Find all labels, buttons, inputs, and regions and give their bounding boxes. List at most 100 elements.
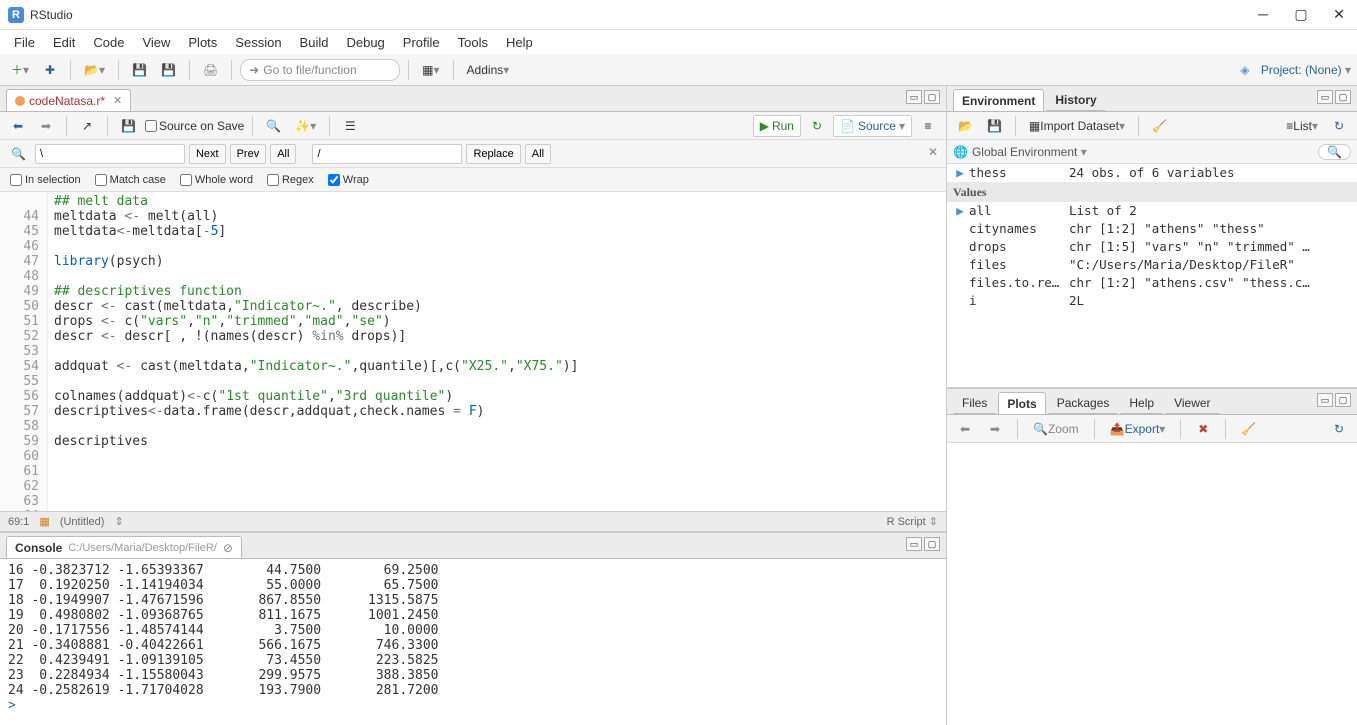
save-button[interactable]: 💾 <box>127 58 152 82</box>
in-selection-checkbox[interactable]: In selection <box>10 174 81 186</box>
regex-checkbox[interactable]: Regex <box>267 174 314 186</box>
match-case-checkbox[interactable]: Match case <box>95 174 166 186</box>
console-minimize-button[interactable]: ▭ <box>906 537 922 551</box>
find-prev-button[interactable]: Prev <box>230 144 267 164</box>
minimize-button[interactable]: ─ <box>1253 6 1273 23</box>
re-run-button[interactable]: ↻ <box>805 114 829 138</box>
env-table[interactable]: ▶thess24 obs. of 6 variablesValues▶allLi… <box>947 164 1357 387</box>
env-row[interactable]: files"C:/Users/Maria/Desktop/FileR" <box>947 256 1357 274</box>
files-minimize-button[interactable]: ▭ <box>1317 393 1333 407</box>
menu-file[interactable]: File <box>6 32 43 53</box>
document-outline-button[interactable]: ≡ <box>916 114 940 138</box>
save-all-button[interactable]: 💾 <box>156 58 181 82</box>
maximize-button[interactable]: ▢ <box>1291 6 1311 23</box>
env-tab-history[interactable]: History <box>1046 89 1105 111</box>
load-workspace-button[interactable]: 📂 <box>953 114 978 138</box>
new-project-button[interactable]: ✚ <box>38 58 62 82</box>
plot-back-button[interactable]: ⬅ <box>953 417 977 441</box>
menu-tools[interactable]: Tools <box>450 32 496 53</box>
forward-button[interactable]: ➡ <box>34 114 58 138</box>
files-tab-help[interactable]: Help <box>1120 392 1163 414</box>
close-button[interactable]: ✕ <box>1329 6 1349 23</box>
project-cube-icon[interactable]: ◈ <box>1233 58 1257 82</box>
env-row[interactable]: citynameschr [1:2] "athens" "thess" <box>947 220 1357 238</box>
find-next-button[interactable]: Next <box>189 144 226 164</box>
chunk-name[interactable]: (Untitled) <box>60 516 105 528</box>
back-button[interactable]: ⬅ <box>6 114 30 138</box>
env-row[interactable]: ▶thess24 obs. of 6 variables <box>947 164 1357 182</box>
view-mode-button[interactable]: ≡ List ▾ <box>1281 114 1323 138</box>
files-maximize-button[interactable]: ▢ <box>1335 393 1351 407</box>
code-editor[interactable]: 44 45 46 47 48 49 50 51 52 53 54 55 56 5… <box>0 192 946 511</box>
tab-close-icon[interactable]: ✕ <box>113 94 122 107</box>
env-scope-select[interactable]: Global Environment ▾ <box>972 145 1087 159</box>
import-dataset-button[interactable]: ▦ Import Dataset ▾ <box>1024 114 1130 138</box>
code-text[interactable]: ## melt data meltdata <- melt(all) meltd… <box>48 192 946 511</box>
refresh-plots-button[interactable]: ↻ <box>1327 417 1351 441</box>
save-doc-button[interactable]: 💾 <box>116 114 141 138</box>
env-row[interactable]: i2L <box>947 292 1357 310</box>
source-on-save-checkbox[interactable]: Source on Save <box>145 119 244 133</box>
replace-all-button[interactable]: All <box>525 144 551 164</box>
addins-menu[interactable]: Addins ▾ <box>462 58 515 82</box>
remove-plot-button[interactable]: ✖ <box>1191 417 1215 441</box>
close-find-button[interactable]: ✕ <box>928 145 938 159</box>
refresh-env-button[interactable]: ↻ <box>1327 114 1351 138</box>
replace-input[interactable] <box>312 144 462 164</box>
chunk-dropdown-icon: ⇕ <box>114 515 123 528</box>
console-output[interactable]: 16 -0.3823712 -1.65393367 44.7500 69.250… <box>0 559 946 725</box>
env-minimize-button[interactable]: ▭ <box>1317 90 1333 104</box>
pane-minimize-button[interactable]: ▭ <box>906 90 922 104</box>
new-file-button[interactable]: ＋▾ <box>6 58 34 82</box>
language-mode[interactable]: R Script <box>887 516 926 528</box>
wrap-checkbox[interactable]: Wrap <box>328 174 369 186</box>
console-tab[interactable]: Console C:/Users/Maria/Desktop/FileR/ ⊘ <box>6 536 242 558</box>
files-tab-plots[interactable]: Plots <box>998 392 1045 414</box>
export-button[interactable]: 📤 Export ▾ <box>1105 417 1171 441</box>
env-row[interactable]: files.to.re…chr [1:2] "athens.csv" "thes… <box>947 274 1357 292</box>
files-tab-packages[interactable]: Packages <box>1048 392 1119 414</box>
replace-button[interactable]: Replace <box>466 144 520 164</box>
env-tab-environment[interactable]: Environment <box>953 89 1044 111</box>
files-tab-viewer[interactable]: Viewer <box>1165 392 1219 414</box>
find-all-button[interactable]: All <box>270 144 296 164</box>
menu-help[interactable]: Help <box>498 32 541 53</box>
zoom-button[interactable]: 🔍 Zoom <box>1028 417 1084 441</box>
clear-workspace-button[interactable]: 🧹 <box>1147 114 1172 138</box>
menubar: FileEditCodeViewPlotsSessionBuildDebugPr… <box>0 30 1357 54</box>
goto-file-input[interactable]: ➜ Go to file/function <box>240 59 400 81</box>
show-in-new-window-button[interactable]: ↗ <box>75 114 99 138</box>
whole-word-checkbox[interactable]: Whole word <box>180 174 253 186</box>
save-workspace-button[interactable]: 💾 <box>982 114 1007 138</box>
env-row[interactable]: dropschr [1:5] "vars" "n" "trimmed" … <box>947 238 1357 256</box>
open-file-button[interactable]: 📂▾ <box>79 58 110 82</box>
files-pane: FilesPlotsPackagesHelpViewer ▭ ▢ ⬅ ➡ 🔍 Z… <box>947 389 1357 725</box>
pane-maximize-button[interactable]: ▢ <box>924 90 940 104</box>
find-button[interactable]: 🔍 <box>261 114 286 138</box>
plot-forward-button[interactable]: ➡ <box>983 417 1007 441</box>
env-row[interactable]: ▶allList of 2 <box>947 202 1357 220</box>
env-maximize-button[interactable]: ▢ <box>1335 90 1351 104</box>
find-input[interactable] <box>35 144 185 164</box>
menu-plots[interactable]: Plots <box>180 32 225 53</box>
run-button[interactable]: ▶Run <box>753 115 801 137</box>
env-search-input[interactable]: 🔍 <box>1318 144 1351 160</box>
grid-view-button[interactable]: ▦▾ <box>417 58 444 82</box>
console-maximize-button[interactable]: ▢ <box>924 537 940 551</box>
wand-button[interactable]: ✨▾ <box>290 114 321 138</box>
print-button[interactable]: 🖨 <box>198 58 223 82</box>
files-tab-files[interactable]: Files <box>953 392 996 414</box>
outline-button[interactable]: ☰ <box>338 114 362 138</box>
source-tab-codenatasa[interactable]: codeNatasa.r* ✕ <box>6 89 131 111</box>
menu-edit[interactable]: Edit <box>45 32 83 53</box>
clear-plots-button[interactable]: 🧹 <box>1236 417 1261 441</box>
menu-code[interactable]: Code <box>85 32 132 53</box>
menu-build[interactable]: Build <box>292 32 337 53</box>
wd-browse-icon[interactable]: ⊘ <box>223 541 233 555</box>
menu-debug[interactable]: Debug <box>338 32 392 53</box>
source-button[interactable]: 📄Source ▾ <box>833 115 912 137</box>
project-menu[interactable]: Project: (None) ▾ <box>1261 63 1351 77</box>
menu-view[interactable]: View <box>134 32 178 53</box>
menu-profile[interactable]: Profile <box>395 32 448 53</box>
menu-session[interactable]: Session <box>227 32 289 53</box>
